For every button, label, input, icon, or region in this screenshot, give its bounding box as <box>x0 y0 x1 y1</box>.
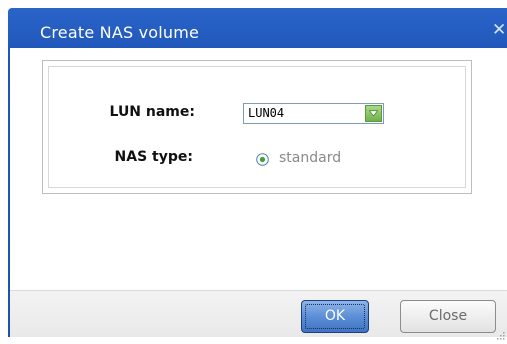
close-icon[interactable]: ✕ <box>492 20 507 40</box>
lun-name-value: LUN04 <box>248 106 285 120</box>
nas-type-standard-label[interactable]: standard <box>279 150 341 166</box>
ok-button[interactable]: OK <box>301 300 369 333</box>
ok-button-label: OK <box>324 308 346 324</box>
dialog-title: Create NAS volume <box>40 23 200 42</box>
lun-name-label: LUN name: <box>109 104 195 120</box>
resize-grip-icon[interactable] <box>495 325 505 340</box>
dialog-footer: OK Close <box>10 290 507 340</box>
nas-type-standard-radio[interactable] <box>256 151 269 166</box>
nas-type-label: NAS type: <box>114 149 193 165</box>
lun-name-select[interactable]: LUN04 <box>243 103 384 124</box>
form-fieldset-inner: LUN name: LUN04 NAS type: standard <box>48 66 466 188</box>
dialog-body: LUN name: LUN04 NAS type: standard <box>10 48 507 290</box>
dialog-title-bar[interactable]: Create NAS volume ✕ <box>8 8 507 48</box>
close-button-label: Close <box>428 308 468 324</box>
create-nas-volume-dialog: Create NAS volume ✕ LUN name: LUN04 NAS … <box>8 8 507 340</box>
chevron-down-icon[interactable] <box>365 105 382 122</box>
close-button[interactable]: Close <box>400 300 496 333</box>
form-fieldset: LUN name: LUN04 NAS type: standard <box>42 60 472 194</box>
